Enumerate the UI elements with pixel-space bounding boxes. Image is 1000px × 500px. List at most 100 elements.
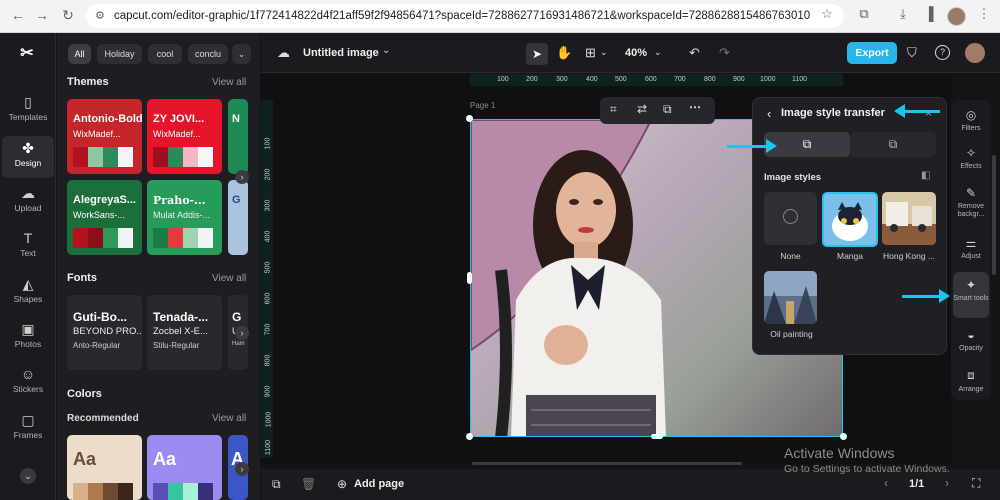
rail-item-design[interactable]: ✤ Design	[2, 136, 54, 178]
style-tab-custom-icon[interactable]: ⧉	[850, 132, 936, 157]
tool-smart-tools[interactable]: ✦ Smart tools	[953, 272, 989, 318]
delete-page-icon[interactable]: 🗑	[301, 477, 316, 491]
select-tool-icon[interactable]: ➤	[526, 43, 548, 65]
chip-conclu[interactable]: conclu	[188, 44, 228, 64]
theme-card[interactable]: Praho-... Mulat Addis-...	[147, 180, 222, 255]
redo-icon[interactable]: ↷	[719, 45, 730, 61]
rail-collapse-button[interactable]: ⌄	[20, 468, 36, 484]
tool-opacity[interactable]: ◒ Opacity	[953, 322, 989, 366]
help-icon[interactable]: ?	[935, 45, 950, 60]
resize-handle-left[interactable]	[467, 272, 472, 284]
fullscreen-icon[interactable]: ⛶	[972, 476, 980, 491]
hand-tool-icon[interactable]: ✋	[556, 45, 572, 61]
url-text: capcut.com/editor-graphic/1f772414822d4f…	[114, 10, 811, 22]
windows-watermark-subtitle: Go to Settings to activate Windows.	[784, 463, 950, 475]
tool-arrange[interactable]: ⧈ Arrange	[953, 362, 989, 406]
copy-page-icon[interactable]: ⧉	[272, 477, 281, 492]
photos-icon: ▣	[21, 321, 35, 337]
horizontal-scrollbar[interactable]	[472, 462, 742, 465]
more-options-icon[interactable]: ⋯	[689, 100, 701, 114]
ruler-left: 100 200 300 400 500 600 700 800 900 1000…	[261, 100, 273, 458]
address-bar[interactable]: ⚙ capcut.com/editor-graphic/1f772414822d…	[86, 4, 844, 28]
theme-card-partial[interactable]: N	[228, 99, 248, 174]
layout-dropdown-icon[interactable]: ⌄	[600, 47, 608, 58]
resize-handle-br[interactable]	[840, 433, 847, 440]
chip-all[interactable]: All	[68, 44, 91, 64]
site-info-icon[interactable]: ⚙	[95, 4, 105, 28]
capcut-logo[interactable]: ✂	[13, 43, 41, 62]
add-page-icon[interactable]: ⊕	[337, 477, 347, 491]
export-button[interactable]: Export	[847, 42, 897, 64]
layout-icon[interactable]: ⊞	[585, 45, 596, 61]
resize-handle-tl[interactable]	[466, 115, 473, 122]
extensions-icon[interactable]: ⧉	[855, 6, 873, 22]
resize-handle-bottom[interactable]	[651, 434, 663, 439]
rail-item-frames[interactable]: ▢ Frames	[2, 408, 54, 450]
style-option-oil-painting[interactable]	[764, 271, 817, 324]
menu-icon[interactable]: ⋮	[975, 6, 993, 22]
undo-icon[interactable]: ↶	[689, 45, 700, 61]
next-page-icon[interactable]: ›	[945, 476, 949, 490]
duplicate-icon[interactable]: ⧉	[663, 102, 672, 117]
flip-icon[interactable]: ⇄	[637, 102, 647, 116]
rail-item-photos[interactable]: ▣ Photos	[2, 317, 54, 359]
tool-effects[interactable]: ✧ Effects	[953, 140, 989, 184]
profile-avatar[interactable]	[947, 7, 966, 26]
tool-remove-background[interactable]: ✎ Remove backgr...	[953, 180, 989, 228]
back-icon[interactable]: ←	[8, 7, 28, 23]
chip-holiday[interactable]: Holiday	[97, 44, 142, 64]
themes-view-all[interactable]: View all	[212, 77, 246, 88]
shield-icon[interactable]: ⛉	[907, 45, 917, 61]
forward-icon[interactable]: →	[32, 7, 52, 23]
add-page-button[interactable]: Add page	[354, 478, 404, 490]
back-chevron-icon[interactable]: ‹	[767, 106, 771, 121]
bookmark-star-icon[interactable]: ☆	[818, 6, 836, 22]
scrollbar[interactable]	[992, 155, 996, 275]
zoom-dropdown-icon[interactable]: ⌄	[654, 47, 662, 58]
style-option-manga[interactable]	[822, 192, 878, 247]
color-palette-card[interactable]: Aa	[67, 435, 142, 500]
tool-adjust[interactable]: ⚌ Adjust	[953, 230, 989, 274]
chips-more-icon[interactable]: ⌄	[232, 44, 251, 64]
compare-icon[interactable]: ◧	[921, 170, 930, 181]
annotation-arrowhead	[766, 139, 777, 153]
title-dropdown-icon[interactable]: ⌄	[382, 45, 390, 56]
theme-card-partial[interactable]: G	[228, 180, 248, 255]
font-card[interactable]: Guti-Bo... BEYOND PRO... Anto-Regular	[67, 295, 142, 370]
style-option-hong-kong[interactable]	[882, 192, 936, 245]
annotation-arrow	[727, 145, 767, 148]
page-label: Page 1	[470, 101, 496, 110]
rail-item-templates[interactable]: ▯ Templates	[2, 90, 54, 132]
theme-card[interactable]: ZY JOVI... WixMadef...	[147, 99, 222, 174]
sidebar-icon[interactable]: ▐	[920, 6, 938, 21]
rail-item-shapes[interactable]: ◭ Shapes	[2, 272, 54, 314]
cloud-save-icon[interactable]: ☁	[277, 45, 290, 61]
fonts-view-all[interactable]: View all	[212, 273, 246, 284]
color-palette-card[interactable]: Aa	[147, 435, 222, 500]
crop-icon[interactable]: ⌗	[610, 102, 617, 117]
theme-card[interactable]: AlegreyaS... WorkSans-...	[67, 180, 142, 255]
close-icon[interactable]: ×	[925, 106, 932, 120]
document-title[interactable]: Untitled image	[303, 47, 379, 59]
themes-next-arrow[interactable]: ›	[235, 170, 249, 184]
chip-cool[interactable]: cool	[148, 44, 182, 64]
page-counter: 1/1	[909, 478, 925, 490]
style-option-none[interactable]	[764, 192, 817, 245]
reload-icon[interactable]: ↻	[58, 7, 78, 24]
templates-icon: ▯	[24, 94, 32, 110]
avatar[interactable]	[965, 43, 985, 63]
zoom-level[interactable]: 40%	[625, 47, 647, 59]
prev-page-icon[interactable]: ‹	[884, 476, 888, 490]
style-label-oil-painting: Oil painting	[770, 329, 813, 339]
rail-item-upload[interactable]: ☁ Upload	[2, 181, 54, 223]
colors-heading: Colors	[67, 388, 102, 400]
download-icon[interactable]: ⤓	[894, 6, 912, 22]
colors-view-all[interactable]: View all	[212, 413, 246, 424]
font-card[interactable]: Tenada-... Zocbel X-E... Stilu-Regular	[147, 295, 222, 370]
theme-card[interactable]: Antonio-Bold WixMadef...	[67, 99, 142, 174]
fonts-next-arrow[interactable]: ›	[235, 326, 249, 340]
rail-item-text[interactable]: T Text	[2, 226, 54, 268]
resize-handle-bl[interactable]	[466, 433, 473, 440]
colors-next-arrow[interactable]: ›	[235, 462, 249, 476]
rail-item-stickers[interactable]: ☺ Stickers	[2, 362, 54, 404]
